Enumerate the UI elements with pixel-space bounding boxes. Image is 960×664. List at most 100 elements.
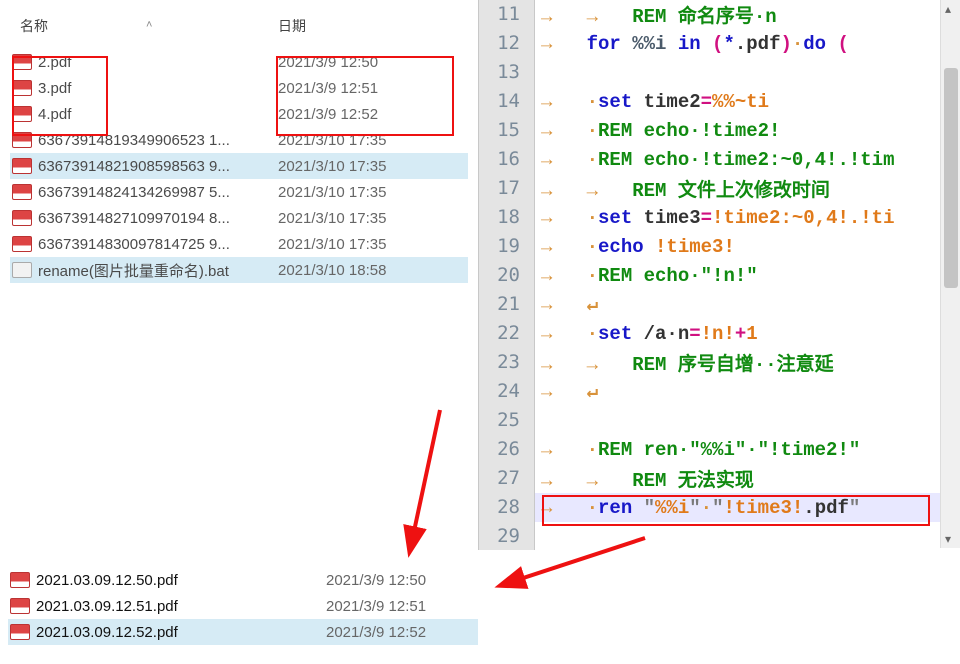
- file-date: 2021/3/10 17:35: [270, 236, 468, 253]
- file-date: 2021/3/9 12:50: [270, 54, 468, 71]
- file-date: 2021/3/9 12:51: [318, 598, 478, 615]
- line-number: 14: [479, 87, 535, 116]
- renamed-file-list: 2021.03.09.12.50.pdf2021/3/9 12:502021.0…: [8, 567, 478, 645]
- code-content: → ↵: [535, 293, 598, 316]
- file-row[interactable]: 63673914827109970194 8... 2021/3/10 17:35: [10, 205, 468, 231]
- vertical-scrollbar[interactable]: ▴ ▾: [940, 0, 960, 548]
- line-number: 13: [479, 58, 535, 87]
- code-content: → → REM 文件上次修改时间: [535, 175, 830, 202]
- code-content: → ·set /a·n=!n!+1: [535, 323, 758, 345]
- file-row[interactable]: 63673914824134269987 5... 2021/3/10 17:35: [10, 179, 468, 205]
- file-row[interactable]: 4.pdf 2021/3/9 12:52: [10, 101, 468, 127]
- line-number: 24: [479, 377, 535, 406]
- file-name: 63673914819349906523 1...: [38, 132, 230, 149]
- file-row[interactable]: 63673914830097814725 9...2021/3/10 17:35: [10, 231, 468, 257]
- file-name: 2.pdf: [38, 54, 71, 71]
- pdf-icon: [12, 236, 32, 252]
- code-line[interactable]: 29: [479, 522, 960, 550]
- file-name: 63673914827109970194 8...: [38, 210, 230, 227]
- file-date: 2021/3/9 12:52: [318, 624, 478, 641]
- line-number: 21: [479, 290, 535, 319]
- scroll-up-icon[interactable]: ▴: [945, 2, 951, 16]
- code-line[interactable]: 19→ ·echo !time3!: [479, 232, 960, 261]
- code-content: → ·set time3=!time2:~0,4!.!ti: [535, 207, 894, 229]
- code-content: → ↵: [535, 380, 598, 403]
- pdf-icon: [12, 158, 32, 174]
- file-header: 名称 ˄ 日期: [10, 10, 468, 49]
- code-line[interactable]: 23→ → REM 序号自增··注意延: [479, 348, 960, 377]
- renamed-row[interactable]: 2021.03.09.12.50.pdf2021/3/9 12:50: [8, 567, 478, 593]
- code-content: → ·REM echo·!time2:~0,4!.!tim: [535, 149, 894, 171]
- code-line[interactable]: 18→ ·set time3=!time2:~0,4!.!ti: [479, 203, 960, 232]
- header-name-label: 名称: [20, 18, 48, 34]
- code-content: [535, 526, 552, 548]
- file-name: 2021.03.09.12.51.pdf: [36, 598, 178, 615]
- file-date: 2021/3/9 12:52: [270, 106, 468, 123]
- file-date: 2021/3/10 17:35: [270, 184, 468, 201]
- scroll-thumb[interactable]: [944, 68, 958, 288]
- code-line[interactable]: 15→ ·REM echo·!time2!: [479, 116, 960, 145]
- file-row[interactable]: 63673914821908598563 9... 2021/3/10 17:35: [10, 153, 468, 179]
- code-content: → → REM 无法实现: [535, 465, 754, 492]
- line-number: 15: [479, 116, 535, 145]
- code-line[interactable]: 24→ ↵: [479, 377, 960, 406]
- code-content: → for %%i in (*.pdf)·do (: [535, 33, 849, 55]
- file-list-top: 名称 ˄ 日期 2.pdf2021/3/9 12:503.pdf2021/3/9…: [0, 0, 478, 283]
- code-line[interactable]: 22→ ·set /a·n=!n!+1: [479, 319, 960, 348]
- file-row[interactable]: rename(图片批量重命名).bat2021/3/10 18:58: [10, 257, 468, 283]
- pdf-icon: [12, 184, 32, 200]
- line-number: 28: [479, 493, 535, 522]
- header-name[interactable]: 名称 ˄: [10, 16, 270, 36]
- code-line[interactable]: 28→ ·ren "%%i"·"!time3!.pdf": [479, 493, 960, 522]
- pdf-icon: [12, 210, 32, 226]
- code-line[interactable]: 13: [479, 58, 960, 87]
- file-name: 2021.03.09.12.52.pdf: [36, 624, 178, 641]
- code-line[interactable]: 21→ ↵: [479, 290, 960, 319]
- renamed-row[interactable]: 2021.03.09.12.52.pdf 2021/3/9 12:52: [8, 619, 478, 645]
- file-name: 63673914821908598563 9...: [38, 158, 230, 175]
- code-content: [535, 62, 552, 84]
- file-date: 2021/3/10 17:35: [270, 132, 468, 149]
- file-date: 2021/3/10 17:35: [270, 210, 468, 227]
- line-number: 23: [479, 348, 535, 377]
- file-row[interactable]: 3.pdf2021/3/9 12:51: [10, 75, 468, 101]
- pdf-icon: [10, 598, 30, 614]
- line-number: 20: [479, 261, 535, 290]
- code-line[interactable]: 17→ → REM 文件上次修改时间: [479, 174, 960, 203]
- code-line[interactable]: 25: [479, 406, 960, 435]
- code-line[interactable]: 16→ ·REM echo·!time2:~0,4!.!tim: [479, 145, 960, 174]
- code-line[interactable]: 27→ → REM 无法实现: [479, 464, 960, 493]
- sort-caret-icon: ˄: [146, 19, 152, 31]
- bat-icon: [12, 262, 32, 278]
- line-number: 27: [479, 464, 535, 493]
- code-line[interactable]: 26→ ·REM ren·"%%i"·"!time2!": [479, 435, 960, 464]
- code-editor[interactable]: 11→ → REM 命名序号·n12→ for %%i in (*.pdf)·d…: [478, 0, 960, 550]
- file-name: 3.pdf: [38, 80, 71, 97]
- file-row[interactable]: 63673914819349906523 1... 2021/3/10 17:35: [10, 127, 468, 153]
- code-line[interactable]: 20→ ·REM echo·"!n!": [479, 261, 960, 290]
- line-number: 18: [479, 203, 535, 232]
- file-date: 2021/3/9 12:50: [318, 572, 478, 589]
- line-number: 11: [479, 0, 535, 29]
- header-date-label: 日期: [278, 18, 306, 34]
- code-line[interactable]: 12→ for %%i in (*.pdf)·do (: [479, 29, 960, 58]
- pdf-icon: [10, 624, 30, 640]
- pdf-icon: [12, 106, 32, 122]
- file-name: 4.pdf: [38, 106, 71, 123]
- line-number: 17: [479, 174, 535, 203]
- line-number: 25: [479, 406, 535, 435]
- code-line[interactable]: 11→ → REM 命名序号·n: [479, 0, 960, 29]
- file-name: 63673914824134269987 5...: [38, 184, 230, 201]
- header-date[interactable]: 日期: [270, 16, 468, 36]
- scroll-down-icon[interactable]: ▾: [945, 532, 951, 546]
- line-number: 26: [479, 435, 535, 464]
- renamed-row[interactable]: 2021.03.09.12.51.pdf 2021/3/9 12:51: [8, 593, 478, 619]
- arrow-annotation-1: [380, 400, 470, 570]
- file-date: 2021/3/10 17:35: [270, 158, 468, 175]
- pdf-icon: [12, 132, 32, 148]
- code-line[interactable]: 14→ ·set time2=%%~ti: [479, 87, 960, 116]
- pdf-icon: [12, 80, 32, 96]
- file-row[interactable]: 2.pdf 2021/3/9 12:50: [10, 49, 468, 75]
- line-number: 16: [479, 145, 535, 174]
- code-content: → ·REM ren·"%%i"·"!time2!": [535, 439, 860, 461]
